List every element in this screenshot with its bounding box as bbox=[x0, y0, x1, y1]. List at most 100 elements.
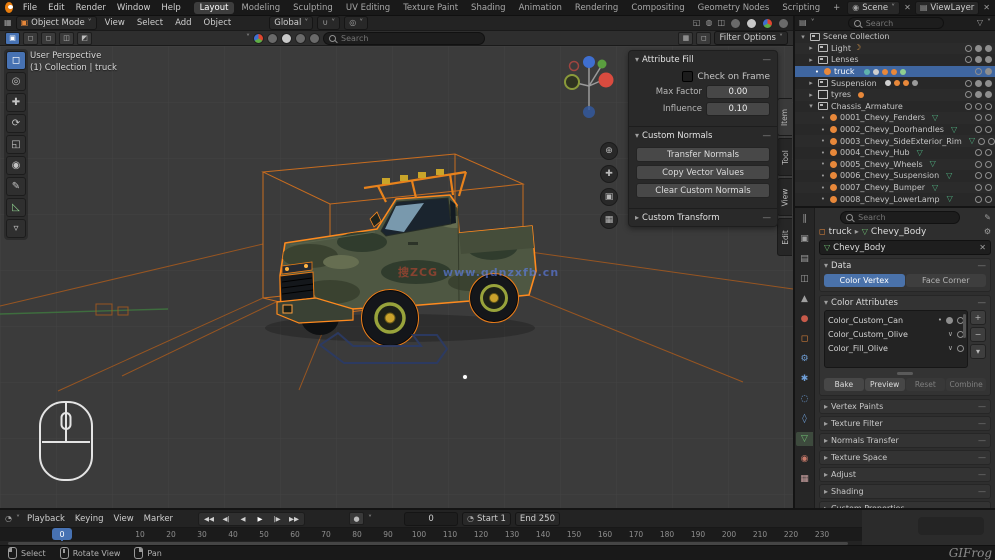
combine-button[interactable]: Combine bbox=[946, 378, 986, 391]
list-resize-handle[interactable] bbox=[897, 372, 913, 375]
show-overlays-icon[interactable]: ◍ bbox=[705, 19, 712, 27]
hide-toggle[interactable] bbox=[965, 102, 972, 110]
select-toggle[interactable] bbox=[975, 44, 982, 52]
outliner-row-scene-collection[interactable]: ▾ Scene Collection bbox=[795, 31, 995, 43]
outliner-row-mesh[interactable]: • 0005_Chevy_Wheels ▽ bbox=[795, 158, 995, 171]
menu-edit[interactable]: Edit bbox=[43, 3, 69, 13]
timeline-menu-keying[interactable]: Keying bbox=[72, 514, 107, 524]
outliner-chevron-icon[interactable]: ˅ bbox=[811, 19, 815, 27]
panel-shading[interactable]: ▸ Shading — bbox=[819, 484, 991, 499]
viewport-3d[interactable]: User Perspective (1) Collection | truck … bbox=[0, 46, 793, 508]
workspace-tab-layout[interactable]: Layout bbox=[193, 1, 235, 14]
select-mode-new-icon[interactable]: ▣ bbox=[5, 31, 20, 45]
panel-options-icon[interactable]: — bbox=[978, 470, 986, 479]
brush-sphere-4-icon[interactable] bbox=[309, 32, 320, 44]
add-workspace-button[interactable]: + bbox=[827, 2, 846, 14]
hide-toggle[interactable] bbox=[975, 184, 982, 192]
play-button[interactable]: ▶ bbox=[252, 513, 268, 525]
workspace-tab-shading[interactable]: Shading bbox=[465, 2, 512, 14]
panel-adjust[interactable]: ▸ Adjust — bbox=[819, 467, 991, 482]
tool-rotate-icon[interactable]: ⟳ bbox=[6, 114, 26, 133]
tab-constraints[interactable]: ◊ bbox=[796, 412, 813, 426]
outliner-editor-icon[interactable]: ▤ bbox=[799, 19, 807, 27]
remove-attribute-button[interactable]: − bbox=[970, 327, 986, 342]
hide-toggle[interactable] bbox=[965, 91, 972, 99]
gizmo-x-neg-axis[interactable] bbox=[568, 60, 580, 72]
outliner-row-lenses[interactable]: ▸ Lenses bbox=[795, 54, 995, 66]
tab-tool[interactable]: ∥ bbox=[796, 212, 813, 226]
menu-render[interactable]: Render bbox=[71, 3, 111, 13]
render-toggle[interactable] bbox=[987, 137, 995, 145]
viewport-menu-select[interactable]: Select bbox=[133, 18, 167, 28]
hide-toggle[interactable] bbox=[975, 195, 982, 203]
shading-rendered-icon[interactable] bbox=[778, 17, 789, 29]
sidebar-tab-item[interactable]: Item bbox=[777, 98, 792, 136]
tab-output[interactable]: ▤ bbox=[796, 252, 813, 266]
timeline-ruler[interactable]: 0 10 20 30 40 50 60 70 80 90 100 110 120… bbox=[0, 528, 862, 541]
outliner-row-mesh[interactable]: • 0002_Chevy_Doorhandles ▽ bbox=[795, 124, 995, 136]
tab-view-layer[interactable]: ◫ bbox=[796, 272, 813, 286]
select-mode-subtract-icon[interactable]: ◻ bbox=[41, 31, 56, 45]
properties-pin-icon[interactable]: ✎ bbox=[984, 213, 991, 222]
viewport-menu-view[interactable]: View bbox=[101, 18, 129, 28]
tool-cursor-icon[interactable]: ◎ bbox=[6, 72, 26, 91]
view-layer-selector[interactable]: ▤ ViewLayer bbox=[914, 0, 980, 15]
render-toggle[interactable] bbox=[985, 102, 992, 110]
attribute-specials-icon[interactable]: ▾ bbox=[970, 344, 986, 359]
view-layer-new-icon[interactable]: ✕ bbox=[983, 3, 990, 12]
jump-end-button[interactable]: ▶▶ bbox=[286, 513, 302, 525]
render-toggle[interactable] bbox=[985, 56, 992, 64]
frame-end-field[interactable]: End 250 bbox=[514, 511, 560, 526]
workspace-tab-scripting[interactable]: Scripting bbox=[776, 2, 826, 14]
timeline-editor-icon[interactable]: ◔ bbox=[5, 514, 12, 523]
prev-keyframe-button[interactable]: ◀| bbox=[218, 513, 234, 525]
keying-chevron-icon[interactable]: ˅ bbox=[368, 514, 372, 523]
current-frame-field[interactable]: 0 bbox=[404, 511, 459, 526]
panel-options-icon[interactable]: — bbox=[978, 453, 986, 462]
viewport-search-input[interactable] bbox=[339, 32, 479, 44]
select-mode-extend-icon[interactable]: ◻ bbox=[23, 31, 38, 45]
tab-render[interactable]: ▣ bbox=[796, 232, 813, 246]
outliner-row-mesh[interactable]: • 0001_Chevy_Fenders ▽ bbox=[795, 112, 995, 124]
render-toggle[interactable] bbox=[985, 91, 992, 99]
workspace-tab-sculpting[interactable]: Sculpting bbox=[287, 2, 339, 14]
clear-custom-normals-button[interactable]: Clear Custom Normals bbox=[636, 183, 770, 198]
outliner-row-tyres[interactable]: ▸ tyres bbox=[795, 88, 995, 101]
scene-selector[interactable]: ◉ Scene ˅ bbox=[847, 0, 901, 15]
render-toggle[interactable] bbox=[985, 114, 992, 122]
timeline-editor-chevron-icon[interactable]: ˅ bbox=[16, 514, 20, 523]
outliner-row-mesh[interactable]: • 0006_Chevy_Suspension ▽ bbox=[795, 170, 995, 182]
shading-wireframe-icon[interactable] bbox=[730, 17, 741, 29]
show-wire-icon[interactable]: ◻ bbox=[696, 31, 712, 45]
transfer-normals-button[interactable]: Transfer Normals bbox=[636, 147, 770, 162]
tab-physics[interactable]: ◌ bbox=[796, 392, 813, 406]
playhead[interactable]: 0 bbox=[52, 528, 72, 540]
tab-material[interactable]: ◉ bbox=[796, 452, 813, 466]
snapping-dropdown[interactable]: ∪ ˅ bbox=[317, 16, 341, 30]
brush-sphere-1-icon[interactable] bbox=[267, 32, 278, 44]
segment-face-corner[interactable]: Face Corner bbox=[905, 274, 986, 287]
select-mode-invert-icon[interactable]: ◫ bbox=[59, 31, 74, 45]
hide-toggle[interactable] bbox=[975, 160, 982, 168]
outliner-filter-icon[interactable]: ▽ bbox=[977, 19, 983, 27]
render-toggle[interactable] bbox=[985, 160, 992, 168]
scene-new-icon[interactable]: ✕ bbox=[904, 3, 911, 12]
hide-toggle[interactable] bbox=[975, 172, 982, 180]
filter-options-dropdown[interactable]: Filter Options ˅ bbox=[714, 31, 788, 45]
outliner-row-mesh[interactable]: • 0008_Chevy_LowerLamp ▽ bbox=[795, 193, 995, 205]
frame-start-field[interactable]: ◔ Start 1 bbox=[462, 511, 511, 526]
workspace-tab-rendering[interactable]: Rendering bbox=[569, 2, 624, 14]
breadcrumb-edit-icon[interactable]: ⚙ bbox=[984, 228, 991, 236]
unlink-icon[interactable]: ✕ bbox=[979, 243, 986, 252]
menu-help[interactable]: Help bbox=[156, 3, 185, 13]
sidebar-tab-tool[interactable]: Tool bbox=[777, 138, 792, 176]
outliner-row-suspension[interactable]: ▸ Suspension bbox=[795, 77, 995, 89]
shading-solid-icon[interactable] bbox=[746, 17, 757, 29]
influence-value[interactable]: 0.10 bbox=[706, 102, 770, 116]
sidebar-tab-view[interactable]: View bbox=[777, 178, 792, 216]
select-toggle[interactable] bbox=[975, 79, 982, 87]
panel-custom-transform-header[interactable]: ▸ Custom Transform — bbox=[629, 211, 777, 225]
proportional-editing-dropdown[interactable]: ◎ ˅ bbox=[344, 16, 369, 30]
mode-dropdown[interactable]: ▣ Object Mode ˅ bbox=[15, 16, 97, 30]
panel-normals-transfer[interactable]: ▸ Normals Transfer — bbox=[819, 433, 991, 448]
